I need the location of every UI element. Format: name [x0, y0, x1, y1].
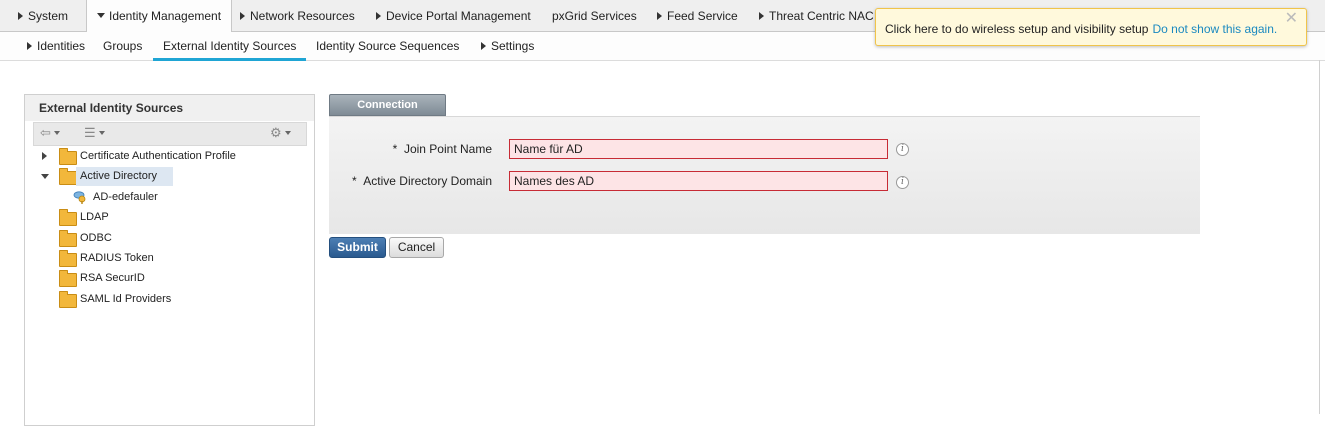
tree-item-radius-token[interactable]: RADIUS Token: [39, 249, 299, 268]
folder-icon: [59, 270, 77, 287]
tab-device-portal-management[interactable]: Device Portal Management: [376, 0, 531, 31]
subtab-label: Settings: [491, 39, 535, 53]
tree-item-certificate-authentication-profile[interactable]: Certificate Authentication Profile: [39, 147, 299, 166]
join-point-name-input[interactable]: [509, 139, 888, 159]
tab-network-resources[interactable]: Network Resources: [240, 0, 355, 31]
tree-item-active-directory[interactable]: Active Directory: [39, 167, 299, 186]
required-marker: *: [351, 174, 357, 188]
caret-right-icon: [759, 12, 764, 20]
expand-icon[interactable]: [42, 152, 47, 160]
tree-item-odbc[interactable]: ODBC: [39, 229, 299, 248]
setup-notification: Click here to do wireless setup and visi…: [875, 8, 1307, 46]
panel-title: External Identity Sources: [39, 101, 184, 115]
tab-feed-service[interactable]: Feed Service: [657, 0, 738, 31]
tab-label: Threat Centric NAC: [769, 9, 874, 23]
subtab-groups[interactable]: Groups: [103, 32, 142, 60]
tree-item-label: LDAP: [80, 211, 109, 223]
tab-identity-management[interactable]: Identity Management: [86, 0, 233, 32]
caret-right-icon: [376, 12, 381, 20]
join-point-label: * Join Point Name: [392, 142, 492, 156]
external-identity-sources-panel: External Identity Sources ⇦ ☰ ⚙ Certific…: [24, 94, 315, 426]
caret-right-icon: [657, 12, 662, 20]
subtab-label: Identities: [37, 39, 86, 53]
subtab-identity-source-sequences[interactable]: Identity Source Sequences: [316, 32, 459, 60]
notification-message: Click here to do wireless setup and visi…: [885, 22, 1149, 36]
domain-label: * Active Directory Domain: [349, 174, 492, 188]
tree-item-label: RSA SecurID: [80, 272, 145, 284]
connection-form: * Join Point Name i * Active Directory D…: [329, 116, 1200, 234]
tab-label: System: [28, 9, 69, 23]
tab-label: Network Resources: [250, 9, 355, 23]
tree-item-ad-edefauler[interactable]: AD-edefauler: [39, 188, 299, 207]
tree-item-ldap[interactable]: LDAP: [39, 208, 299, 227]
folder-icon: [59, 209, 77, 226]
tree-item-label: AD-edefauler: [93, 191, 158, 203]
folder-icon: [59, 250, 77, 267]
info-icon[interactable]: i: [896, 143, 909, 156]
tree-item-label: RADIUS Token: [80, 252, 154, 264]
dismiss-link[interactable]: Do not show this again.: [1152, 22, 1277, 36]
caret-right-icon: [27, 42, 32, 50]
subtab-external-identity-sources[interactable]: External Identity Sources: [153, 32, 307, 61]
tree-item-saml-id-providers[interactable]: SAML Id Providers: [39, 290, 299, 309]
required-marker: *: [392, 142, 398, 156]
tree-view-icon[interactable]: ☰: [84, 125, 105, 141]
tree-item-label: SAML Id Providers: [80, 293, 172, 305]
domain-label-text: Active Directory Domain: [363, 174, 492, 188]
chevron-down-icon: [98, 131, 105, 135]
content-divider: [1319, 60, 1320, 414]
panel-header: External Identity Sources: [25, 95, 314, 121]
subtab-settings[interactable]: Settings: [481, 32, 534, 60]
collapse-icon[interactable]: [41, 174, 49, 179]
tab-label: Identity Management: [109, 9, 222, 23]
folder-icon: [59, 230, 77, 247]
subtab-label: Identity Source Sequences: [316, 39, 460, 53]
gear-icon[interactable]: ⚙: [270, 125, 291, 141]
chevron-down-icon: [284, 131, 291, 135]
folder-icon: [59, 168, 77, 185]
tab-threat-centric-nac[interactable]: Threat Centric NAC: [759, 0, 874, 31]
caret-right-icon: [481, 42, 486, 50]
ad-domain-input[interactable]: [509, 171, 888, 191]
cancel-button[interactable]: Cancel: [389, 237, 444, 258]
notification-text-wrap: Click here to do wireless setup and visi…: [885, 22, 1277, 36]
tree-item-rsa-securid[interactable]: RSA SecurID: [39, 269, 299, 288]
info-icon[interactable]: i: [896, 176, 909, 189]
caret-right-icon: [18, 12, 23, 20]
caret-right-icon: [240, 12, 245, 20]
chevron-down-icon: [53, 131, 60, 135]
tree-item-label: Certificate Authentication Profile: [80, 150, 236, 162]
panel-toolbar: ⇦ ☰ ⚙: [33, 122, 307, 146]
tab-label: Device Portal Management: [386, 9, 531, 23]
close-icon[interactable]: ✕: [1285, 11, 1298, 27]
folder-icon: [59, 291, 77, 308]
caret-down-icon: [97, 13, 105, 18]
subtab-identities[interactable]: Identities: [27, 32, 85, 60]
tree-item-label: Active Directory: [80, 170, 158, 182]
folder-icon: [59, 148, 77, 165]
ad-join-point-icon: [73, 191, 86, 204]
tab-label: Feed Service: [667, 9, 738, 23]
subtab-label: External Identity Sources: [163, 39, 297, 53]
tab-label: pxGrid Services: [552, 9, 637, 23]
tab-system[interactable]: System: [18, 0, 68, 31]
tab-pxgrid-services[interactable]: pxGrid Services: [552, 0, 637, 31]
submit-button[interactable]: Submit: [329, 237, 386, 258]
back-arrow-icon[interactable]: ⇦: [40, 125, 60, 141]
tree-item-label: ODBC: [80, 232, 112, 244]
subtab-label: Groups: [103, 39, 143, 53]
tab-connection[interactable]: Connection: [329, 94, 446, 116]
join-point-label-text: Join Point Name: [403, 142, 492, 156]
